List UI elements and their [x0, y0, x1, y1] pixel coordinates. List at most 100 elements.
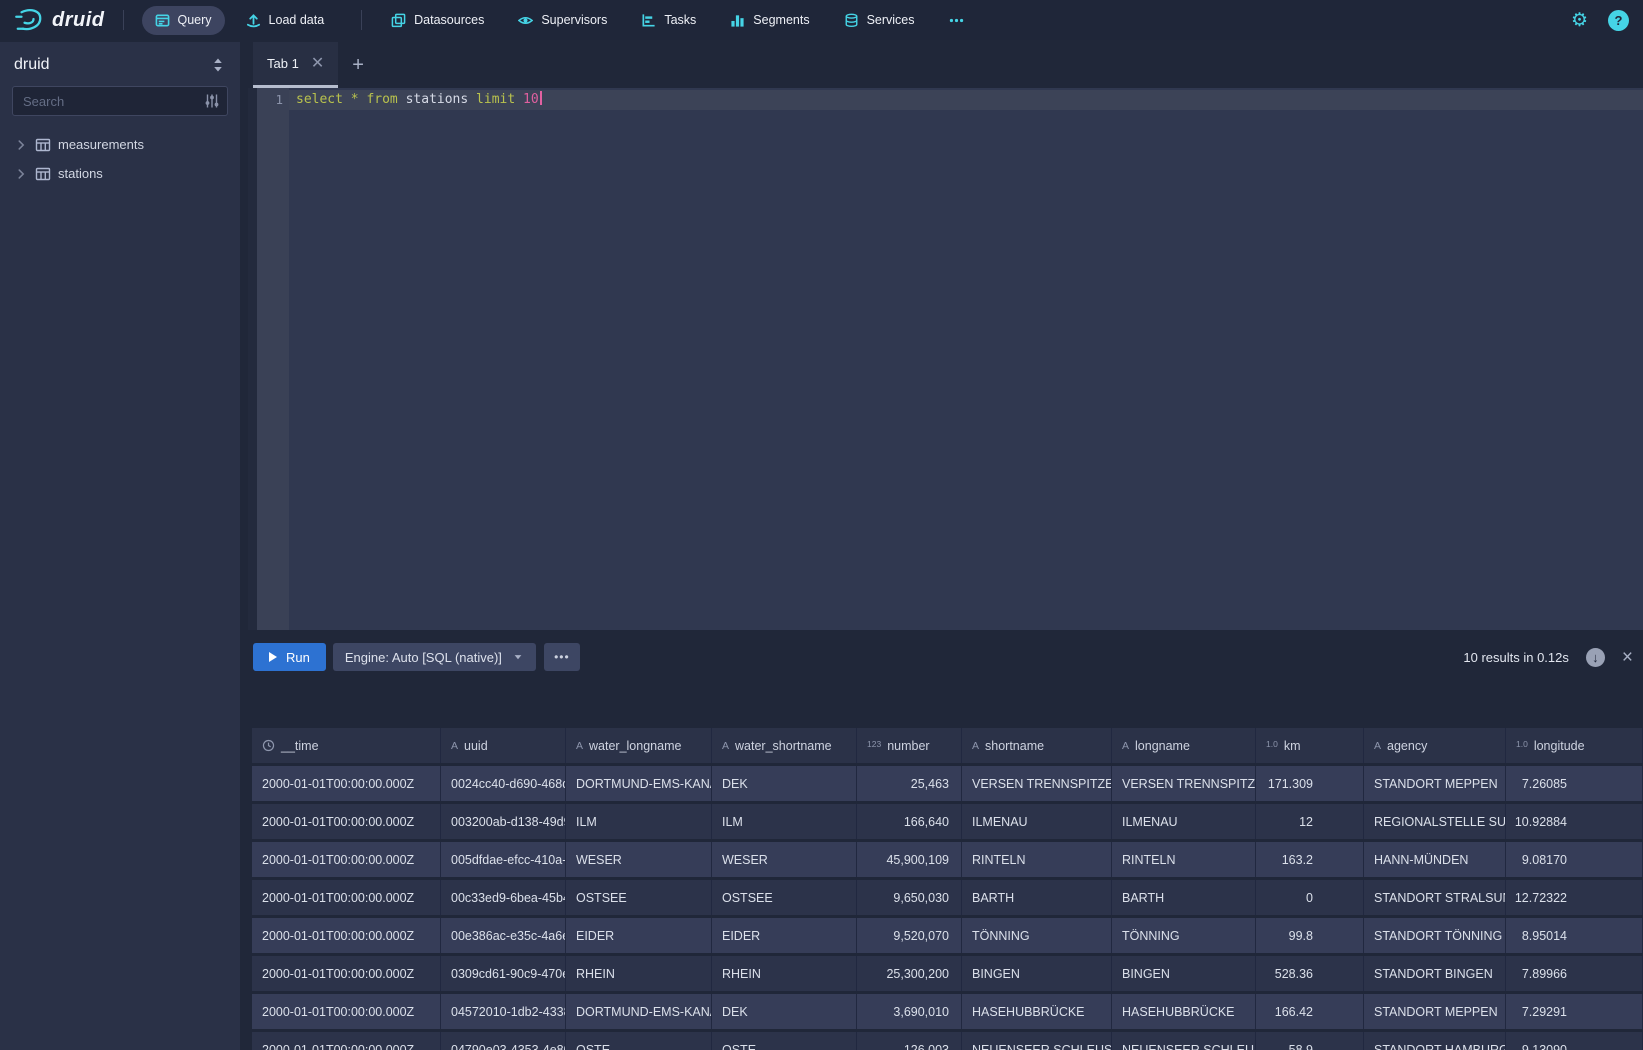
nav-item-segments[interactable]: Segments [717, 6, 822, 35]
table-cell[interactable]: DEK [712, 766, 857, 801]
table-cell[interactable]: 003200ab-d138-49d9-aa [441, 804, 566, 839]
nav-item-supervisors[interactable]: Supervisors [505, 6, 620, 35]
druid-logo[interactable]: druid [14, 7, 105, 33]
table-cell[interactable]: 2000-01-01T00:00:00.000Z [252, 880, 441, 915]
table-cell[interactable]: 9,650,030 [857, 880, 962, 915]
nav-item-tasks[interactable]: Tasks [628, 6, 709, 35]
nav-item-load-data[interactable]: Load data [233, 6, 338, 35]
table-cell[interactable]: REGIONALSTELLE SUHL [1364, 804, 1506, 839]
column-header-uuid[interactable]: Auuid [441, 728, 566, 763]
nav-item-services[interactable]: Services [831, 6, 928, 35]
schema-selector[interactable]: druid [12, 56, 228, 74]
column-header-number[interactable]: 123number [857, 728, 962, 763]
sidebar-item-measurements[interactable]: measurements [12, 130, 228, 159]
table-cell[interactable]: STANDORT HAMBURG [1364, 1032, 1506, 1050]
table-cell[interactable]: STANDORT STRALSUND [1364, 880, 1506, 915]
table-cell[interactable]: 00c33ed9-6bea-45b4-87 [441, 880, 566, 915]
table-cell[interactable]: 7.29291 [1506, 994, 1643, 1029]
table-cell[interactable]: 9,520,070 [857, 918, 962, 953]
table-cell[interactable]: RHEIN [566, 956, 712, 991]
sql-editor[interactable]: 1 select * from stations limit 10 [248, 88, 1643, 630]
table-cell[interactable]: RHEIN [712, 956, 857, 991]
table-cell[interactable]: 8.95014 [1506, 918, 1643, 953]
table-cell[interactable]: 0 [1256, 880, 1364, 915]
table-cell[interactable]: 2000-01-01T00:00:00.000Z [252, 766, 441, 801]
table-cell[interactable]: VERSEN TRENNSPITZE [1112, 766, 1256, 801]
column-header-water-longname[interactable]: Awater_longname [566, 728, 712, 763]
table-cell[interactable]: 2000-01-01T00:00:00.000Z [252, 994, 441, 1029]
sql-line-1[interactable]: select * from stations limit 10 [289, 90, 1643, 110]
column-header-longitude[interactable]: 1.0longitude [1506, 728, 1643, 763]
table-cell[interactable]: 126,003 [857, 1032, 962, 1050]
table-cell[interactable]: STANDORT TÖNNING [1364, 918, 1506, 953]
table-cell[interactable]: 0309cd61-90c9-470e-99 [441, 956, 566, 991]
table-cell[interactable]: ILM [712, 804, 857, 839]
table-cell[interactable]: BARTH [962, 880, 1112, 915]
table-cell[interactable]: 2000-01-01T00:00:00.000Z [252, 804, 441, 839]
table-cell[interactable]: OSTE [566, 1032, 712, 1050]
nav-item-more[interactable] [936, 6, 977, 35]
table-cell[interactable]: ILM [566, 804, 712, 839]
engine-select[interactable]: Engine: Auto [SQL (native)] [333, 643, 536, 671]
table-cell[interactable]: RINTELN [1112, 842, 1256, 877]
table-cell[interactable]: 7.89966 [1506, 956, 1643, 991]
table-cell[interactable]: BINGEN [962, 956, 1112, 991]
table-cell[interactable]: 45,900,109 [857, 842, 962, 877]
nav-item-query[interactable]: Query [142, 6, 225, 35]
table-cell[interactable]: 2000-01-01T00:00:00.000Z [252, 1032, 441, 1050]
table-cell[interactable]: OSTE [712, 1032, 857, 1050]
table-cell[interactable]: WESER [566, 842, 712, 877]
new-tab-button[interactable]: + [338, 42, 378, 88]
table-cell[interactable]: 163.2 [1256, 842, 1364, 877]
table-cell[interactable]: 166,640 [857, 804, 962, 839]
table-cell[interactable]: HASEHUBBRÜCKE [1112, 994, 1256, 1029]
column-header-shortname[interactable]: Ashortname [962, 728, 1112, 763]
table-cell[interactable]: 25,300,200 [857, 956, 962, 991]
table-cell[interactable]: 04572010-1db2-4338-85 [441, 994, 566, 1029]
table-cell[interactable]: ILMENAU [962, 804, 1112, 839]
table-cell[interactable]: 12.72322 [1506, 880, 1643, 915]
column-header-agency[interactable]: Aagency [1364, 728, 1506, 763]
table-cell[interactable]: 3,690,010 [857, 994, 962, 1029]
download-icon[interactable]: ↓ [1586, 648, 1605, 667]
table-cell[interactable]: 58.9 [1256, 1032, 1364, 1050]
table-cell[interactable]: OSTSEE [566, 880, 712, 915]
table-cell[interactable]: 00e386ac-e35c-4a6e-80 [441, 918, 566, 953]
column-header-km[interactable]: 1.0km [1256, 728, 1364, 763]
table-cell[interactable]: 0024cc40-d690-468d-84 [441, 766, 566, 801]
table-cell[interactable]: DEK [712, 994, 857, 1029]
column-header-time[interactable]: __time [252, 728, 441, 763]
tab-tab1[interactable]: Tab 1 ✕ [253, 42, 338, 88]
table-cell[interactable]: HASEHUBBRÜCKE [962, 994, 1112, 1029]
table-cell[interactable]: NEUENSEER SCHLEUSEN [1112, 1032, 1256, 1050]
help-icon[interactable]: ? [1608, 10, 1629, 31]
table-cell[interactable]: EIDER [566, 918, 712, 953]
column-header-water-shortname[interactable]: Awater_shortname [712, 728, 857, 763]
table-cell[interactable]: VERSEN TRENNSPITZE [962, 766, 1112, 801]
table-cell[interactable]: 171.309 [1256, 766, 1364, 801]
table-cell[interactable]: 25,463 [857, 766, 962, 801]
table-cell[interactable]: HANN-MÜNDEN [1364, 842, 1506, 877]
table-cell[interactable]: 2000-01-01T00:00:00.000Z [252, 842, 441, 877]
table-cell[interactable]: 166.42 [1256, 994, 1364, 1029]
table-cell[interactable]: STANDORT MEPPEN [1364, 766, 1506, 801]
table-cell[interactable]: DORTMUND-EMS-KANA [566, 766, 712, 801]
table-cell[interactable]: 04790e03-4353-4e80-be [441, 1032, 566, 1050]
column-header-longname[interactable]: Alongname [1112, 728, 1256, 763]
table-cell[interactable]: 99.8 [1256, 918, 1364, 953]
nav-item-datasources[interactable]: Datasources [378, 6, 497, 35]
table-cell[interactable]: TÖNNING [962, 918, 1112, 953]
table-cell[interactable]: TÖNNING [1112, 918, 1256, 953]
table-cell[interactable]: EIDER [712, 918, 857, 953]
table-cell[interactable]: 9.08170 [1506, 842, 1643, 877]
query-more-button[interactable]: ••• [544, 643, 580, 671]
table-cell[interactable]: 12 [1256, 804, 1364, 839]
table-cell[interactable]: 9.13090 [1506, 1032, 1643, 1050]
sidebar-item-stations[interactable]: stations [12, 159, 228, 188]
table-cell[interactable]: STANDORT MEPPEN [1364, 994, 1506, 1029]
table-cell[interactable]: STANDORT BINGEN [1364, 956, 1506, 991]
table-cell[interactable]: 2000-01-01T00:00:00.000Z [252, 918, 441, 953]
table-cell[interactable]: OSTSEE [712, 880, 857, 915]
run-button[interactable]: Run [253, 643, 326, 671]
code-area[interactable]: select * from stations limit 10 [289, 88, 1643, 630]
